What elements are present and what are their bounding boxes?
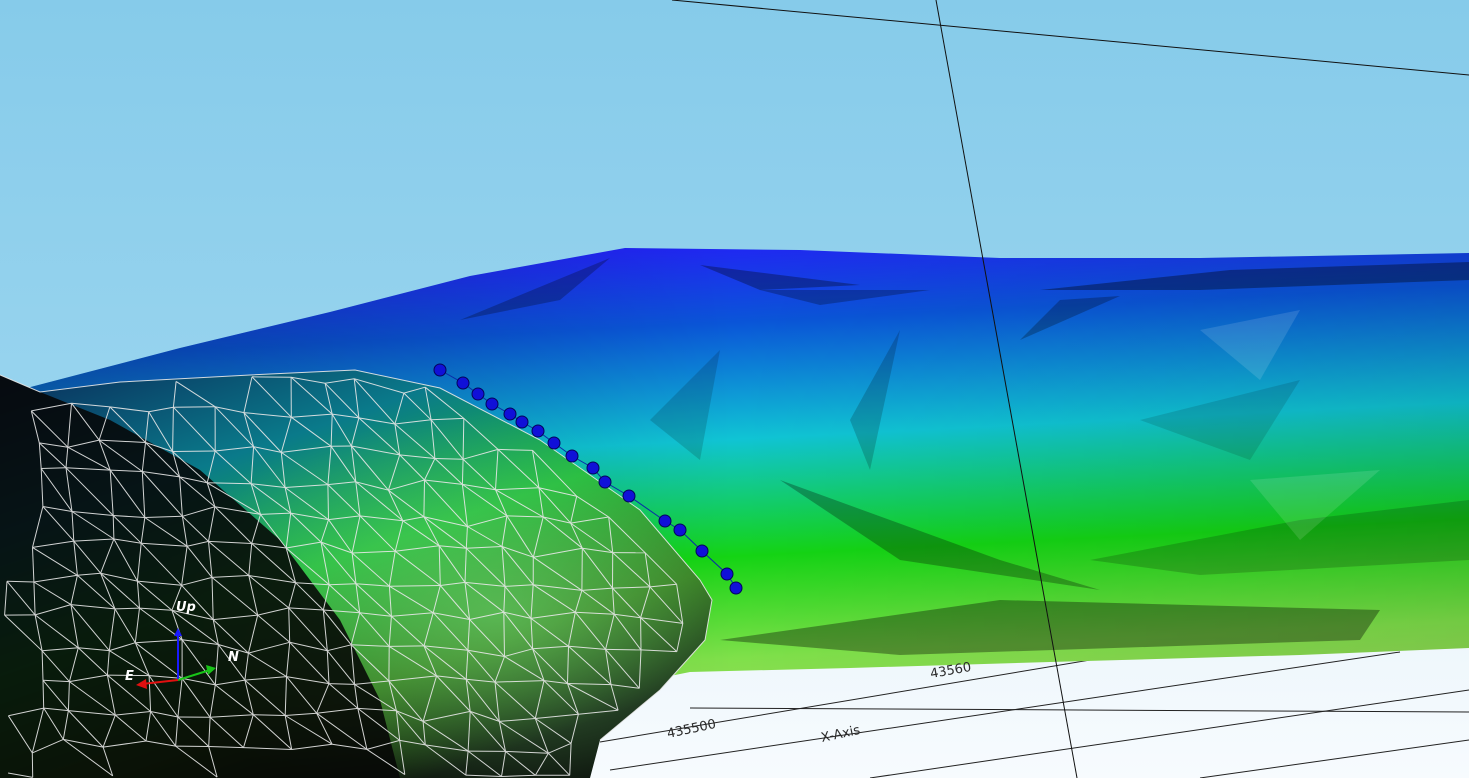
mesh-edge: [434, 458, 464, 460]
mesh-edge: [503, 612, 505, 657]
sample-point[interactable]: [547, 436, 561, 450]
mesh-edge: [389, 645, 425, 647]
sample-point[interactable]: [503, 407, 517, 421]
sample-point[interactable]: [658, 514, 672, 528]
mesh-edge: [327, 484, 329, 520]
mesh-edge: [389, 585, 441, 587]
sample-point[interactable]: [515, 415, 529, 429]
up-label: Up: [176, 600, 196, 615]
mesh-edge: [461, 459, 464, 485]
sample-point[interactable]: [695, 544, 709, 558]
sample-point[interactable]: [720, 567, 734, 581]
mesh-edge: [112, 515, 115, 540]
3d-viewport[interactable]: 435500 43560 X-Axis Up N E: [0, 0, 1469, 778]
mesh-edge: [42, 680, 45, 709]
sample-point[interactable]: [485, 397, 499, 411]
mesh-edge: [41, 467, 67, 469]
sample-point[interactable]: [673, 523, 687, 537]
sample-point[interactable]: [531, 424, 545, 438]
mesh-edge: [173, 406, 216, 408]
sample-point[interactable]: [622, 489, 636, 503]
sample-point[interactable]: [598, 475, 612, 489]
sample-point[interactable]: [586, 461, 600, 475]
mesh-edge: [462, 418, 465, 460]
sample-point[interactable]: [729, 581, 743, 595]
sample-point[interactable]: [433, 363, 447, 377]
east-label: E: [125, 669, 134, 684]
sample-point[interactable]: [456, 376, 470, 390]
sample-point[interactable]: [471, 387, 485, 401]
scene-canvas[interactable]: 435500 43560 X-Axis Up N E: [0, 0, 1469, 778]
mesh-edge: [605, 648, 642, 651]
mesh-edge: [172, 450, 216, 452]
sample-point[interactable]: [565, 449, 579, 463]
mesh-edge: [6, 580, 34, 583]
north-label: N: [228, 650, 239, 665]
mesh-edge: [423, 479, 425, 517]
